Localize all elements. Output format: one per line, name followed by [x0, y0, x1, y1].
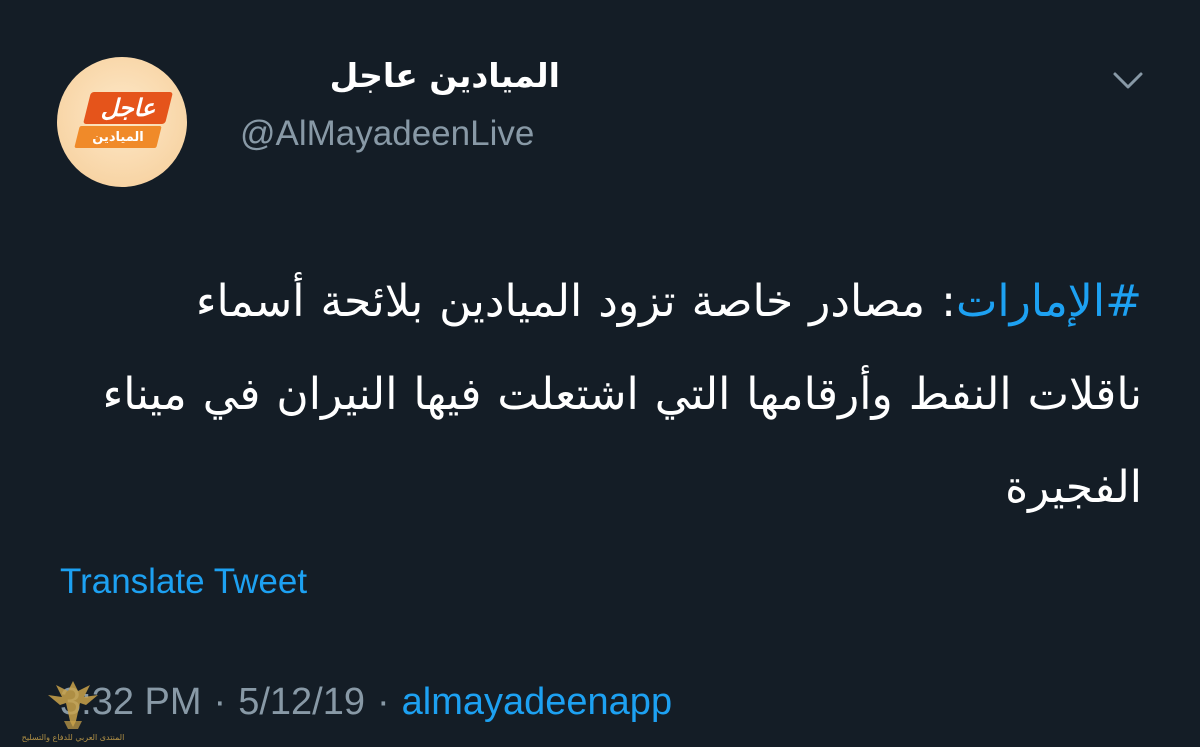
- almayadeen-breaking-logo: عاجل الميادين: [73, 90, 173, 154]
- tweet-date: 5/12/19: [238, 681, 365, 723]
- tweet-meta: 3:32 PM · 5/12/19 · almayadeenapp: [60, 676, 672, 728]
- logo-top-text: عاجل: [100, 94, 156, 122]
- hashtag-link[interactable]: #الإمارات: [956, 276, 1142, 327]
- eagle-emblem-icon: [48, 681, 98, 729]
- meta-separator: ·: [213, 681, 227, 723]
- meta-separator: ·: [376, 681, 390, 723]
- display-name[interactable]: الميادين عاجل: [240, 52, 560, 100]
- logo-bottom-text: الميادين: [92, 129, 144, 145]
- watermark-text: المنتدى العربي للدفاع والتسليح: [21, 733, 125, 742]
- tweet-text: #الإمارات: مصادر خاصة تزود الميادين بلائ…: [100, 255, 1142, 534]
- translate-tweet-link[interactable]: Translate Tweet: [60, 558, 307, 606]
- avatar[interactable]: عاجل الميادين: [57, 57, 187, 187]
- tweet-source-link[interactable]: almayadeenapp: [402, 681, 672, 723]
- tweet-card: عاجل الميادين الميادين عاجل @AlMayadeenL…: [0, 0, 1200, 747]
- watermark: المنتدى العربي للدفاع والتسليح: [18, 675, 128, 747]
- chevron-down-icon[interactable]: [1110, 66, 1146, 96]
- user-handle[interactable]: @AlMayadeenLive: [240, 110, 534, 158]
